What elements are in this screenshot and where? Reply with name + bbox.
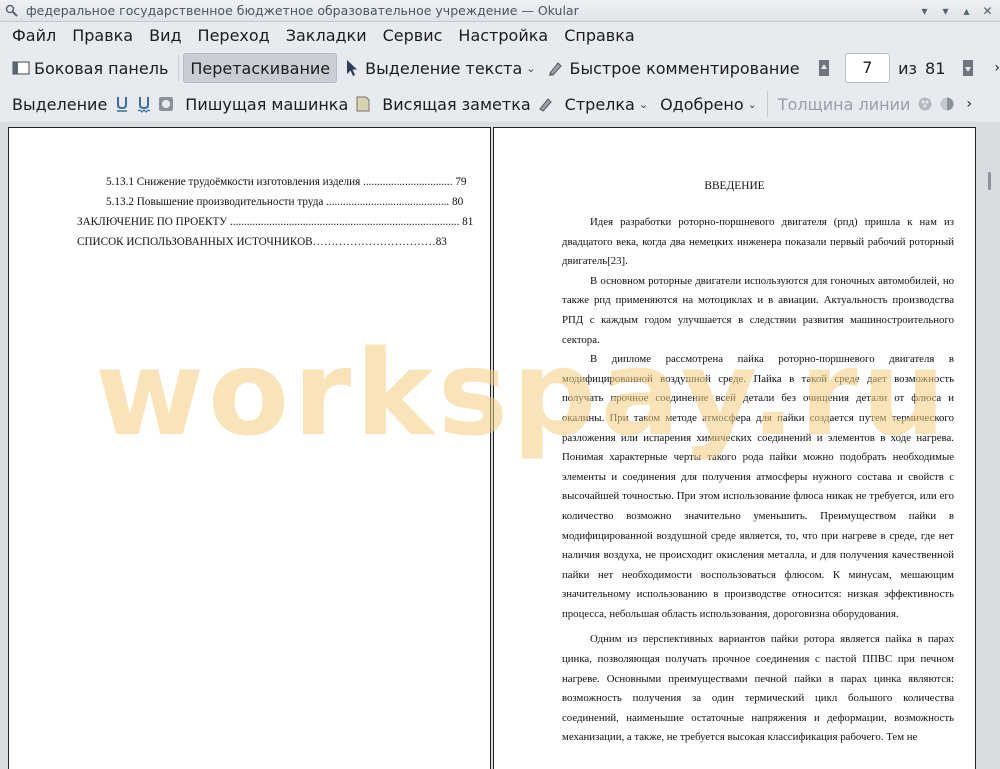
- selection-button[interactable]: Выделение: [6, 89, 113, 119]
- main-toolbar: Боковая панель Перетаскивание Выделение …: [0, 50, 1000, 86]
- opacity-icon[interactable]: [938, 95, 956, 113]
- maximize-icon[interactable]: ▴: [958, 2, 975, 19]
- typewriter-button[interactable]: Пишущая машинка: [179, 89, 354, 119]
- stamp-icon[interactable]: [157, 95, 175, 113]
- hanging-note-label: Висящая заметка: [382, 94, 531, 114]
- document-page-left: 5.13.1 Снижение трудоёмкости изготовлени…: [8, 127, 491, 769]
- underline-icon[interactable]: [113, 95, 131, 113]
- approved-label: Одобрено: [660, 94, 744, 114]
- section-heading: ВВЕДЕНИЕ: [704, 180, 765, 192]
- menu-icon[interactable]: ▾: [916, 2, 933, 19]
- chevron-down-icon[interactable]: ⌄: [639, 98, 648, 111]
- toolbar-overflow-icon[interactable]: ›: [994, 60, 1000, 76]
- next-page-icon[interactable]: [959, 59, 976, 77]
- hanging-note-button[interactable]: Висящая заметка: [376, 89, 536, 119]
- window-title: федеральное государственное бюджетное об…: [26, 3, 579, 18]
- squiggly-underline-icon[interactable]: [135, 95, 153, 113]
- text-select-label: Выделение текста: [365, 58, 523, 78]
- cursor-icon: [343, 59, 361, 77]
- menu-help[interactable]: Справка: [556, 22, 643, 50]
- color-icon[interactable]: [916, 95, 934, 113]
- minimize-icon[interactable]: ▾: [937, 2, 954, 19]
- previous-page-icon[interactable]: [816, 59, 833, 77]
- toolbar-separator: [178, 55, 180, 81]
- paragraph: В дипломе рассмотрена пайка роторно-порш…: [562, 353, 954, 620]
- menu-settings[interactable]: Настройка: [450, 22, 556, 50]
- toc-entry: 5.13.1 Снижение трудоёмкости изготовлени…: [106, 176, 467, 188]
- paragraph: В основном роторные двигатели используют…: [562, 274, 954, 346]
- quick-comment-label: Быстрое комментирование: [569, 58, 800, 78]
- pen-icon[interactable]: [537, 95, 555, 113]
- menu-go[interactable]: Переход: [190, 22, 278, 50]
- close-icon[interactable]: ✕: [979, 2, 996, 19]
- paragraph: Одним из перспективных вариантов пайки р…: [562, 633, 954, 744]
- paragraph: Идея разработки роторно-поршневого двига…: [562, 216, 954, 268]
- menu-bar: Файл Правка Вид Переход Закладки Сервис …: [0, 22, 1000, 50]
- menu-bookmarks[interactable]: Закладки: [278, 22, 375, 50]
- typewriter-label: Пишущая машинка: [185, 94, 349, 114]
- vertical-scrollbar[interactable]: [982, 122, 998, 769]
- note-icon[interactable]: [354, 95, 372, 113]
- page-body: Идея разработки роторно-поршневого двига…: [562, 213, 954, 748]
- scrollbar-thumb[interactable]: [988, 172, 991, 190]
- line-width-button[interactable]: Толщина линии: [772, 89, 917, 119]
- arrow-button[interactable]: Стрелка ⌄: [559, 89, 654, 119]
- arrow-label: Стрелка: [564, 94, 635, 114]
- menu-file[interactable]: Файл: [4, 22, 64, 50]
- menu-tools[interactable]: Сервис: [375, 22, 451, 50]
- annotation-toolbar: Выделение Пишущая машинка Висящая заметк…: [0, 86, 1000, 122]
- chevron-down-icon[interactable]: ⌄: [748, 98, 757, 111]
- page-number-input[interactable]: 7: [844, 53, 891, 83]
- document-viewport[interactable]: 5.13.1 Снижение трудоёмкости изготовлени…: [0, 122, 1000, 769]
- selection-label: Выделение: [12, 94, 108, 114]
- toolbar-separator: [766, 91, 768, 117]
- page-of-label: из: [898, 58, 918, 78]
- highlighter-icon: [547, 59, 565, 77]
- toc-entry: ЗАКЛЮЧЕНИЕ ПО ПРОЕКТУ ..................…: [77, 216, 474, 228]
- drag-tool-button[interactable]: Перетаскивание: [183, 53, 338, 83]
- sidebar-label: Боковая панель: [34, 58, 169, 78]
- document-page-right: ВВЕДЕНИЕ Идея разработки роторно-поршнев…: [493, 127, 976, 769]
- drag-tool-label: Перетаскивание: [190, 58, 331, 78]
- toolbar-overflow-icon[interactable]: ›: [966, 96, 972, 112]
- sidebar-button[interactable]: Боковая панель: [6, 53, 174, 83]
- menu-view[interactable]: Вид: [141, 22, 189, 50]
- chevron-down-icon[interactable]: ⌄: [526, 62, 535, 75]
- window-titlebar: федеральное государственное бюджетное об…: [0, 0, 1000, 22]
- okular-app-icon: [4, 3, 20, 19]
- text-select-button[interactable]: Выделение текста ⌄: [337, 53, 541, 83]
- menu-edit[interactable]: Правка: [64, 22, 141, 50]
- approved-stamp-button[interactable]: Одобрено ⌄: [654, 89, 763, 119]
- quick-comment-button[interactable]: Быстрое комментирование: [541, 53, 805, 83]
- sidebar-icon: [12, 59, 30, 77]
- page-total-label: 81: [925, 58, 946, 78]
- line-width-label: Толщина линии: [777, 94, 911, 114]
- toc-entry: СПИСОК ИСПОЛЬЗОВАННЫХ ИСТОЧНИКОВ………………………: [77, 236, 447, 248]
- toc-entry: 5.13.2 Повышение производительности труд…: [106, 196, 464, 208]
